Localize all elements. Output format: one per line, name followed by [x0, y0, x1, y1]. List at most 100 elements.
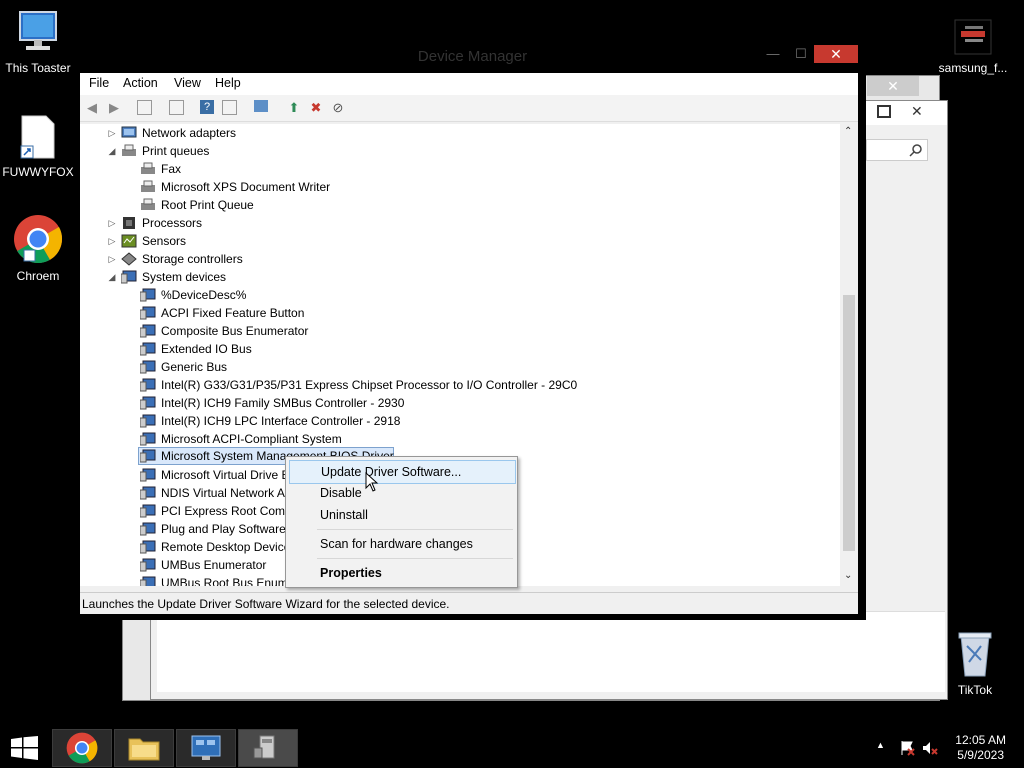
taskbar-control-panel[interactable] [176, 729, 236, 767]
menu-separator [317, 558, 513, 559]
menu-action[interactable]: Action [123, 76, 158, 90]
taskbar: ▲ 12:05 AM 5/9/2023 [0, 726, 1024, 768]
context-menu: Update Driver Software... Disable Uninst… [285, 456, 518, 588]
background-maximize-icon[interactable] [877, 105, 891, 118]
uninstall-device-icon[interactable]: ✖ [308, 100, 324, 116]
system-device-icon [140, 522, 156, 536]
clock-time: 12:05 AM [955, 733, 1006, 747]
collapse-arrow-icon[interactable]: ◢ [107, 142, 117, 160]
tree-item-system-device[interactable]: %DeviceDesc% [80, 286, 780, 304]
system-device-icon [140, 414, 156, 428]
forward-arrow-icon[interactable]: ▶ [106, 100, 122, 116]
menu-item-scan-hardware[interactable]: Scan for hardware changes [289, 533, 514, 555]
desktop-icon-this-toaster[interactable]: This Toaster [2, 10, 74, 75]
desktop-icon-samsung[interactable]: samsung_f... [937, 18, 1009, 75]
menu-bar: File Action View Help [80, 73, 858, 95]
expand-arrow-icon[interactable]: ▷ [107, 232, 117, 250]
chrome-icon [14, 215, 63, 264]
tree-item-system-device[interactable]: Intel(R) ICH9 LPC Interface Controller -… [80, 412, 780, 430]
tree-item-system-device[interactable]: ACPI Fixed Feature Button [80, 304, 780, 322]
properties-sheet-icon[interactable] [169, 100, 184, 115]
recycle-bin-icon [958, 632, 992, 677]
system-device-icon [140, 396, 156, 410]
menu-view[interactable]: View [174, 76, 201, 90]
folder-icon [128, 738, 160, 761]
maximize-button[interactable]: ☐ [791, 45, 811, 63]
back-arrow-icon[interactable]: ◀ [84, 100, 100, 116]
scroll-down-icon[interactable]: ⌄ [844, 570, 852, 581]
expand-arrow-icon[interactable]: ▷ [107, 214, 117, 232]
tree-item-system-device[interactable]: Composite Bus Enumerator [80, 322, 780, 340]
menu-item-disable[interactable]: Disable [289, 482, 514, 504]
help-icon[interactable]: ? [200, 100, 214, 114]
tree-item-fax[interactable]: Fax [80, 160, 380, 178]
desktop-icon-fuwwyfox[interactable]: FUWWYFOX [2, 114, 74, 179]
expand-arrow-icon[interactable]: ▷ [107, 124, 117, 142]
tree-item-network-adapters[interactable]: ▷ Network adapters [80, 124, 380, 142]
tree-item-system-device[interactable]: Extended IO Bus [80, 340, 780, 358]
action-center-flag-icon[interactable] [899, 740, 915, 756]
windows-start-icon[interactable] [11, 736, 38, 760]
tree-item-xps-writer[interactable]: Microsoft XPS Document Writer [80, 178, 380, 196]
tree-item-system-device[interactable]: Microsoft ACPI-Compliant System [80, 430, 780, 448]
update-driver-icon[interactable]: ⬆ [286, 100, 302, 116]
background-panel [157, 611, 945, 692]
background-close-button[interactable]: ✕ [867, 76, 919, 96]
scrollbar-thumb[interactable] [843, 295, 855, 551]
close-button[interactable]: ✕ [814, 45, 858, 63]
volume-muted-icon[interactable] [922, 740, 938, 756]
view-icon[interactable] [222, 100, 237, 115]
desktop-icon-label: FUWWYFOX [2, 165, 74, 179]
show-hidden-icons-icon[interactable]: ▲ [876, 740, 885, 750]
taskbar-chrome[interactable] [52, 729, 112, 767]
system-device-icon [140, 504, 156, 518]
show-hide-tree-icon[interactable] [137, 100, 152, 115]
expand-arrow-icon[interactable]: ▷ [107, 250, 117, 268]
disable-device-icon[interactable]: ⊘ [330, 100, 346, 116]
vertical-scrollbar[interactable]: ⌃ ⌄ [840, 124, 858, 586]
system-device-icon [140, 324, 156, 338]
status-bar: Launches the Update Driver Software Wiza… [80, 592, 858, 614]
background-search-box[interactable] [866, 139, 928, 161]
menu-item-properties[interactable]: Properties [289, 562, 514, 584]
tree-item-processors[interactable]: ▷ Processors [80, 214, 380, 232]
tree-item-sensors[interactable]: ▷ Sensors [80, 232, 380, 250]
status-text: Launches the Update Driver Software Wiza… [82, 597, 450, 611]
tree-item-system-devices[interactable]: ◢ System devices [80, 268, 380, 286]
desktop-icon-chroem[interactable]: Chroem [2, 214, 74, 283]
computer-icon [19, 11, 57, 50]
collapse-arrow-icon[interactable]: ◢ [107, 268, 117, 286]
taskbar-file-explorer[interactable] [114, 729, 174, 767]
printer-icon [141, 162, 155, 174]
system-device-icon [140, 558, 156, 572]
system-device-icon [140, 576, 156, 586]
toolbar: ◀ ▶ ? ⬆ ✖ ⊘ [80, 95, 858, 122]
system-device-icon [140, 540, 156, 554]
desktop-icon-tiktok[interactable]: TikTok [939, 630, 1011, 697]
scan-monitor-icon[interactable] [254, 100, 268, 112]
tree-item-storage-controllers[interactable]: ▷ Storage controllers [80, 250, 380, 268]
background-close-icon[interactable]: ✕ [911, 103, 931, 121]
menu-help[interactable]: Help [215, 76, 241, 90]
taskbar-device-manager[interactable] [238, 729, 298, 767]
scroll-up-icon[interactable]: ⌃ [844, 126, 852, 137]
tree-item-system-device[interactable]: Intel(R) G33/G31/P35/P31 Express Chipset… [80, 376, 780, 394]
system-device-icon [140, 486, 156, 500]
system-device-icon [140, 378, 156, 392]
fun-club-icon [954, 19, 992, 55]
control-panel-icon [191, 735, 221, 760]
taskbar-clock[interactable]: 12:05 AM 5/9/2023 [955, 733, 1006, 763]
tree-item-system-device[interactable]: Intel(R) ICH9 Family SMBus Controller - … [80, 394, 780, 412]
tree-item-root-print-queue[interactable]: Root Print Queue [80, 196, 380, 214]
tree-item-system-device[interactable]: Generic Bus [80, 358, 780, 376]
menu-item-update-driver[interactable]: Update Driver Software... [289, 460, 516, 484]
desktop-icon-label: samsung_f... [938, 61, 1008, 75]
minimize-button[interactable]: — [763, 45, 783, 63]
system-device-icon [140, 288, 156, 302]
menu-item-uninstall[interactable]: Uninstall [289, 504, 514, 526]
menu-file[interactable]: File [89, 76, 109, 90]
search-icon [909, 144, 922, 157]
menu-separator [317, 529, 513, 530]
tree-item-print-queues[interactable]: ◢ Print queues [80, 142, 380, 160]
storage-controller-icon [121, 252, 137, 266]
